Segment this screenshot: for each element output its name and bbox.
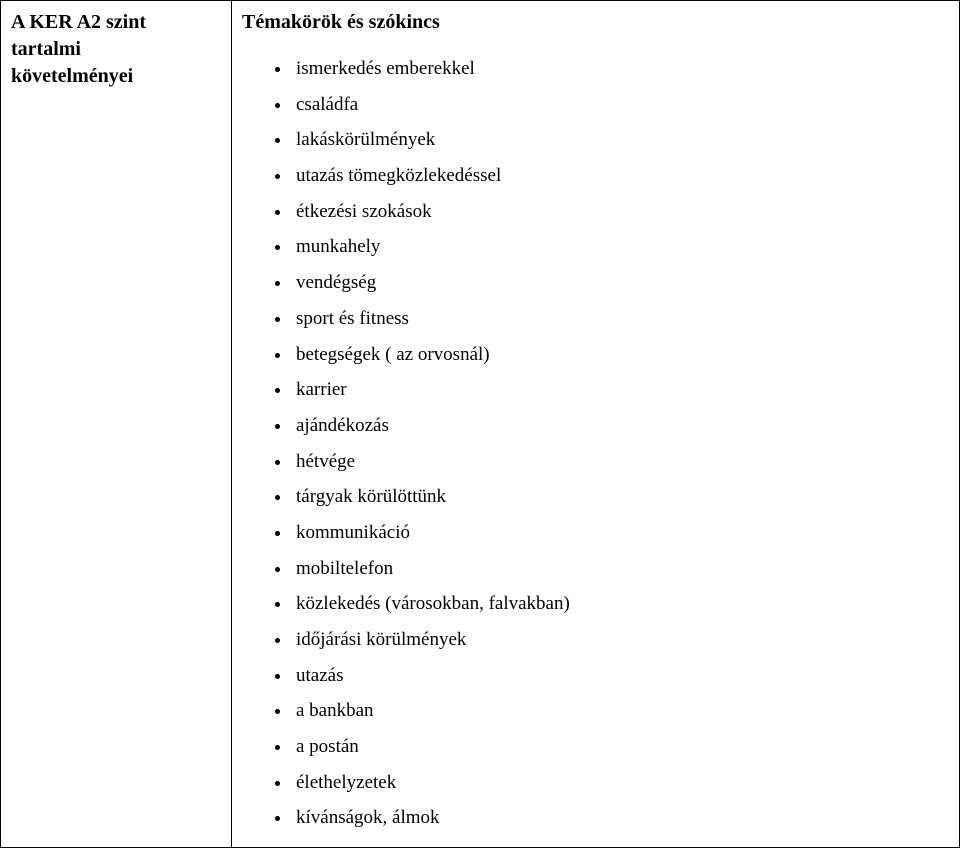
topic-item: mobiltelefon xyxy=(292,552,949,588)
topic-item: közlekedés (városokban, falvakban) xyxy=(292,587,949,623)
topic-item: betegségek ( az orvosnál) xyxy=(292,338,949,374)
topic-item: ismerkedés emberekkel xyxy=(292,52,949,88)
topic-item: családfa xyxy=(292,88,949,124)
left-title-line1: A KER A2 szint xyxy=(11,11,146,33)
topic-item: élethelyzetek xyxy=(292,766,949,802)
topic-item: kívánságok, álmok xyxy=(292,801,949,837)
topic-item: vendégség xyxy=(292,266,949,302)
topic-item: sport és fitness xyxy=(292,302,949,338)
topic-item: utazás tömegközlekedéssel xyxy=(292,159,949,195)
topic-item: étkezési szokások xyxy=(292,195,949,231)
topic-item: időjárási körülmények xyxy=(292,623,949,659)
topic-item: a bankban xyxy=(292,694,949,730)
document-page: A KER A2 szint tartalmi követelményei Té… xyxy=(0,0,960,834)
left-title-line3: követelményei xyxy=(11,65,133,87)
topic-item: kommunikáció xyxy=(292,516,949,552)
topic-item: hétvége xyxy=(292,445,949,481)
topic-item: lakáskörülmények xyxy=(292,123,949,159)
topic-item: munkahely xyxy=(292,230,949,266)
left-title-line2: tartalmi xyxy=(11,38,81,60)
content-table: A KER A2 szint tartalmi követelményei Té… xyxy=(0,0,960,848)
left-cell: A KER A2 szint tartalmi követelményei xyxy=(1,1,232,848)
topic-item: karrier xyxy=(292,373,949,409)
left-title: A KER A2 szint tartalmi követelményei xyxy=(11,9,221,90)
topic-item: tárgyak körülöttünk xyxy=(292,480,949,516)
section-heading: Témakörök és szókincs xyxy=(242,11,949,34)
topic-item: ajándékozás xyxy=(292,409,949,445)
topic-item: a postán xyxy=(292,730,949,766)
topic-item: utazás xyxy=(292,659,949,695)
topic-list: ismerkedés emberekkelcsaládfalakáskörülm… xyxy=(292,52,949,837)
right-cell: Témakörök és szókincs ismerkedés emberek… xyxy=(232,1,960,848)
